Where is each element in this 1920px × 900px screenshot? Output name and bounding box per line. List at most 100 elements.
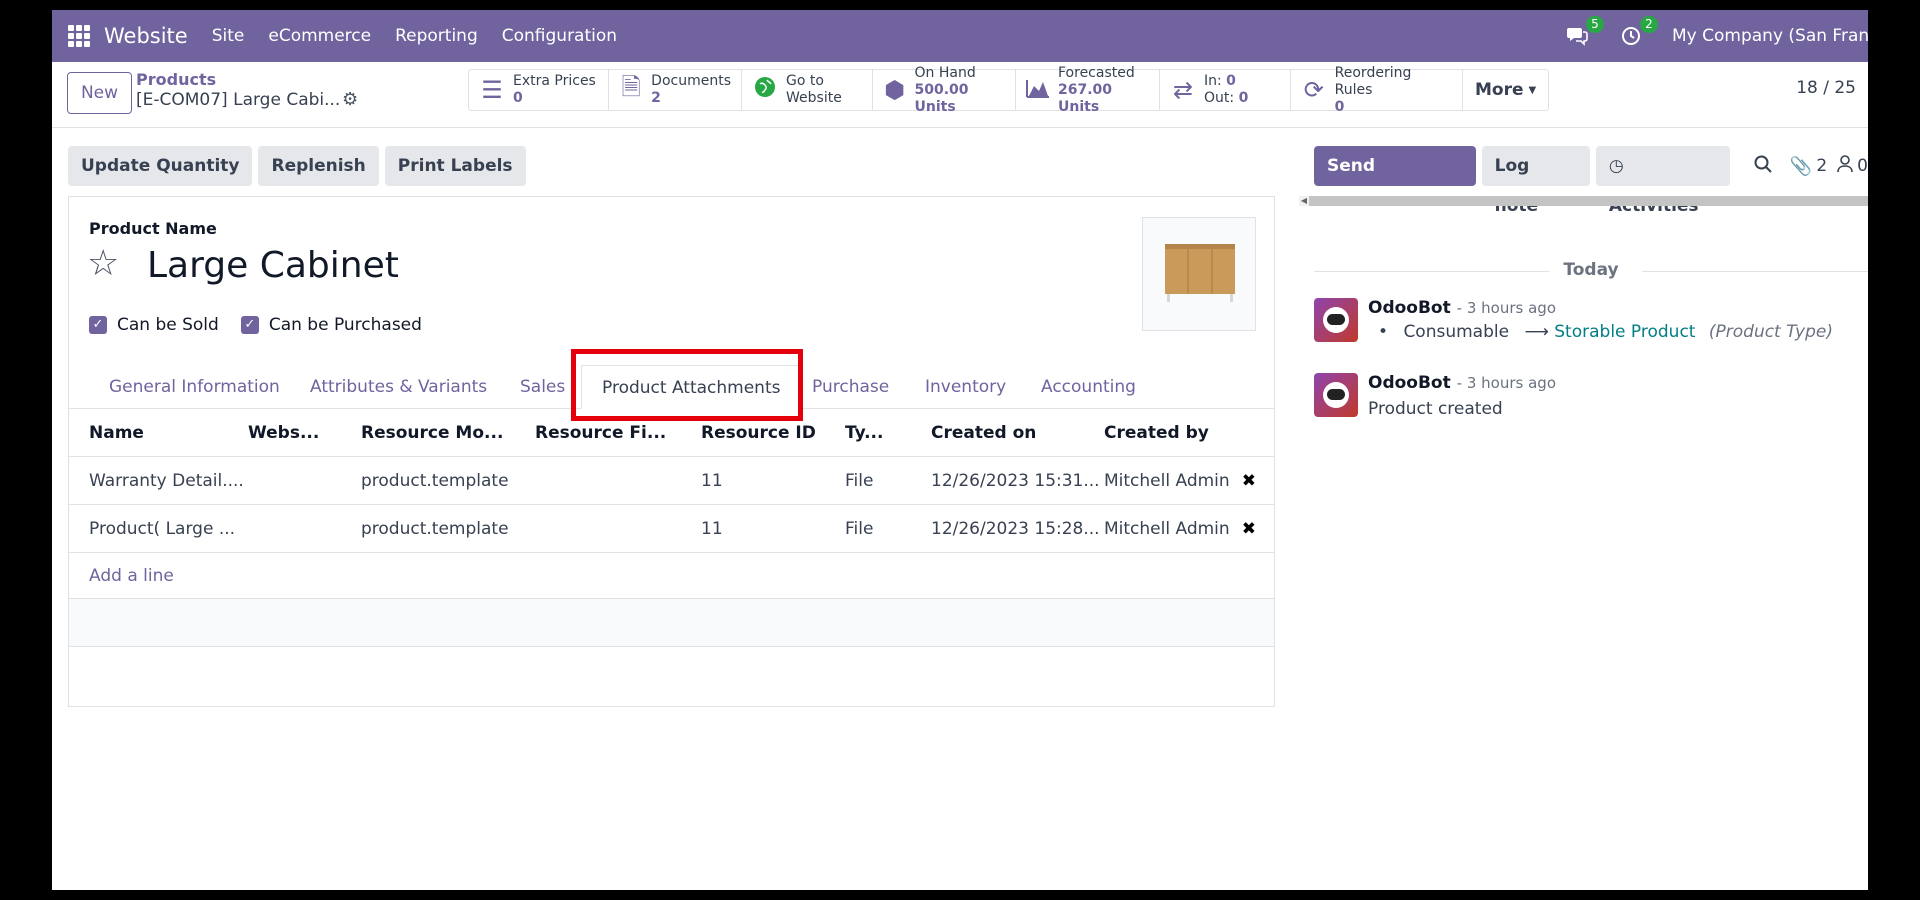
in-out-button[interactable]: ⇄ In: 0 Out: 0 — [1160, 70, 1291, 110]
breadcrumb-products[interactable]: Products — [136, 70, 216, 89]
activities-badge: 2 — [1640, 16, 1658, 33]
area-chart-icon — [1026, 76, 1050, 104]
reordering-value: 0 — [1334, 98, 1345, 115]
new-button[interactable]: New — [67, 72, 132, 114]
followers-count[interactable]: 0 — [1857, 156, 1868, 176]
cell-created-on: 12/26/2023 15:28... — [931, 519, 1100, 539]
arrow-right-icon: ⟶ — [1524, 322, 1549, 342]
tab-purchase[interactable]: Purchase — [812, 365, 889, 409]
tracking-field-name: (Product Type) — [1708, 322, 1833, 342]
print-labels-button[interactable]: Print Labels — [384, 146, 526, 186]
col-created-on[interactable]: Created on — [931, 409, 1036, 457]
paperclip-icon[interactable]: 📎 — [1790, 156, 1812, 177]
add-line-link[interactable]: Add a line — [69, 553, 1274, 599]
message-author[interactable]: OdooBot — [1368, 373, 1451, 393]
col-website[interactable]: Webs... — [248, 409, 319, 457]
documents-button[interactable]: 🗎 Documents 2 — [609, 70, 742, 110]
attachments-table: Name Webs... Resource Mo... Resource Fi.… — [69, 409, 1274, 647]
gear-icon[interactable]: ⚙ — [342, 89, 358, 110]
table-header: Name Webs... Resource Mo... Resource Fi.… — [69, 409, 1274, 457]
send-message-button[interactable]: Send message — [1314, 146, 1476, 216]
chatter-toolbar: Send message Log note ◷ Activities 📎 2 0 — [1314, 146, 1868, 216]
cell-resource-id: 11 — [701, 519, 723, 539]
horizontal-scrollbar[interactable] — [1299, 196, 1868, 206]
cell-resource-id: 11 — [701, 471, 723, 491]
user-icon[interactable] — [1837, 154, 1853, 178]
cell-type: File — [845, 471, 874, 491]
cell-type: File — [845, 519, 874, 539]
bullet-icon: • — [1378, 322, 1389, 342]
date-separator: Today — [1314, 260, 1868, 284]
menu-reporting[interactable]: Reporting — [395, 26, 478, 46]
app-window: Website Site eCommerce Reporting Configu… — [52, 10, 1868, 890]
log-note-button[interactable]: Log note — [1481, 146, 1590, 216]
out-label: Out: — [1204, 90, 1235, 106]
col-created-by[interactable]: Created by — [1104, 409, 1209, 457]
sale-purchase-checks: ✓ Can be Sold ✓ Can be Purchased — [89, 315, 444, 335]
messages-badge: 5 — [1586, 16, 1604, 33]
menu-site[interactable]: Site — [212, 26, 245, 46]
col-name[interactable]: Name — [89, 409, 144, 457]
message-body: Product created — [1368, 399, 1503, 419]
tab-attributes-variants[interactable]: Attributes & Variants — [310, 365, 487, 409]
company-switcher[interactable]: My Company (San Francisco) — [1672, 26, 1868, 46]
out-value: 0 — [1238, 90, 1249, 106]
delete-row-icon[interactable]: ✖ — [1242, 505, 1256, 553]
replenish-button[interactable]: Replenish — [258, 146, 379, 186]
col-resource-field[interactable]: Resource Fi... — [535, 409, 666, 457]
top-navbar: Website Site eCommerce Reporting Configu… — [52, 10, 1868, 62]
on-hand-value: 500.00 Units — [914, 81, 969, 115]
record-pager[interactable]: 18 / 25 — [1796, 78, 1856, 98]
avatar[interactable] — [1314, 373, 1358, 417]
reordering-rules-button[interactable]: ⟳ Reordering Rules 0 — [1291, 65, 1463, 115]
forecasted-value: 267.00 Units — [1058, 81, 1113, 115]
caret-down-icon: ▼ — [1528, 84, 1537, 96]
form-sheet: Product Name ☆ Large Cabinet ✓ Can be So… — [68, 196, 1275, 707]
date-separator-label: Today — [1563, 260, 1619, 280]
avatar[interactable] — [1314, 298, 1358, 342]
clock-icon: ◷ — [1608, 156, 1624, 176]
more-dropdown[interactable]: More ▼ — [1463, 70, 1548, 110]
can-be-sold-label: Can be Sold — [117, 315, 219, 335]
table-row[interactable]: Product( Large ... product.template 11 F… — [69, 505, 1274, 553]
apps-grid-icon[interactable] — [68, 25, 90, 47]
forecasted-button[interactable]: Forecasted 267.00 Units — [1016, 65, 1160, 115]
delete-row-icon[interactable]: ✖ — [1242, 457, 1256, 505]
can-be-sold-checkbox[interactable]: ✓ — [89, 316, 107, 334]
tab-general-information[interactable]: General Information — [109, 365, 280, 409]
update-quantity-button[interactable]: Update Quantity — [68, 146, 253, 186]
breadcrumb-current-record: [E-COM07] Large Cabi... — [136, 90, 341, 110]
search-icon[interactable] — [1754, 155, 1772, 178]
message-time: - 3 hours ago — [1456, 299, 1556, 317]
message-author[interactable]: OdooBot — [1368, 298, 1451, 318]
star-icon[interactable]: ☆ — [87, 243, 119, 284]
messages-icon[interactable]: 5 — [1564, 16, 1604, 48]
on-hand-button[interactable]: ⬢ On Hand 500.00 Units — [873, 65, 1016, 115]
tab-sales[interactable]: Sales — [520, 365, 565, 409]
product-name-field[interactable]: Large Cabinet — [147, 245, 399, 286]
form-action-bar: Update Quantity Replenish Print Labels — [68, 146, 526, 186]
list-icon: ☰ — [481, 76, 503, 104]
activities-button[interactable]: ◷ Activities — [1595, 146, 1730, 216]
go-to-website-button[interactable]: Go to Website — [742, 70, 873, 110]
refresh-icon: ⟳ — [1303, 76, 1324, 104]
col-resource-id[interactable]: Resource ID — [701, 409, 816, 457]
product-image[interactable] — [1142, 217, 1256, 331]
app-brand[interactable]: Website — [104, 24, 188, 48]
extra-prices-label: Extra Prices — [513, 73, 596, 89]
scroll-left-icon[interactable]: ◀ — [1299, 196, 1309, 206]
tab-inventory[interactable]: Inventory — [925, 365, 1006, 409]
attachments-count[interactable]: 2 — [1816, 156, 1827, 176]
menu-configuration[interactable]: Configuration — [502, 26, 617, 46]
activities-clock-icon[interactable]: 2 — [1618, 16, 1658, 48]
cubes-icon: ⬢ — [884, 76, 906, 104]
empty-row — [69, 599, 1274, 647]
can-be-purchased-checkbox[interactable]: ✓ — [240, 316, 259, 334]
tab-accounting[interactable]: Accounting — [1041, 365, 1136, 409]
extra-prices-button[interactable]: ☰ Extra Prices 0 — [469, 70, 609, 110]
col-resource-model[interactable]: Resource Mo... — [361, 409, 503, 457]
col-type[interactable]: Ty... — [845, 409, 883, 457]
table-row[interactable]: Warranty Detail.... product.template 11 … — [69, 457, 1274, 505]
menu-ecommerce[interactable]: eCommerce — [268, 26, 371, 46]
chatter-message: OdooBot - 3 hours ago Product created — [1314, 373, 1868, 433]
